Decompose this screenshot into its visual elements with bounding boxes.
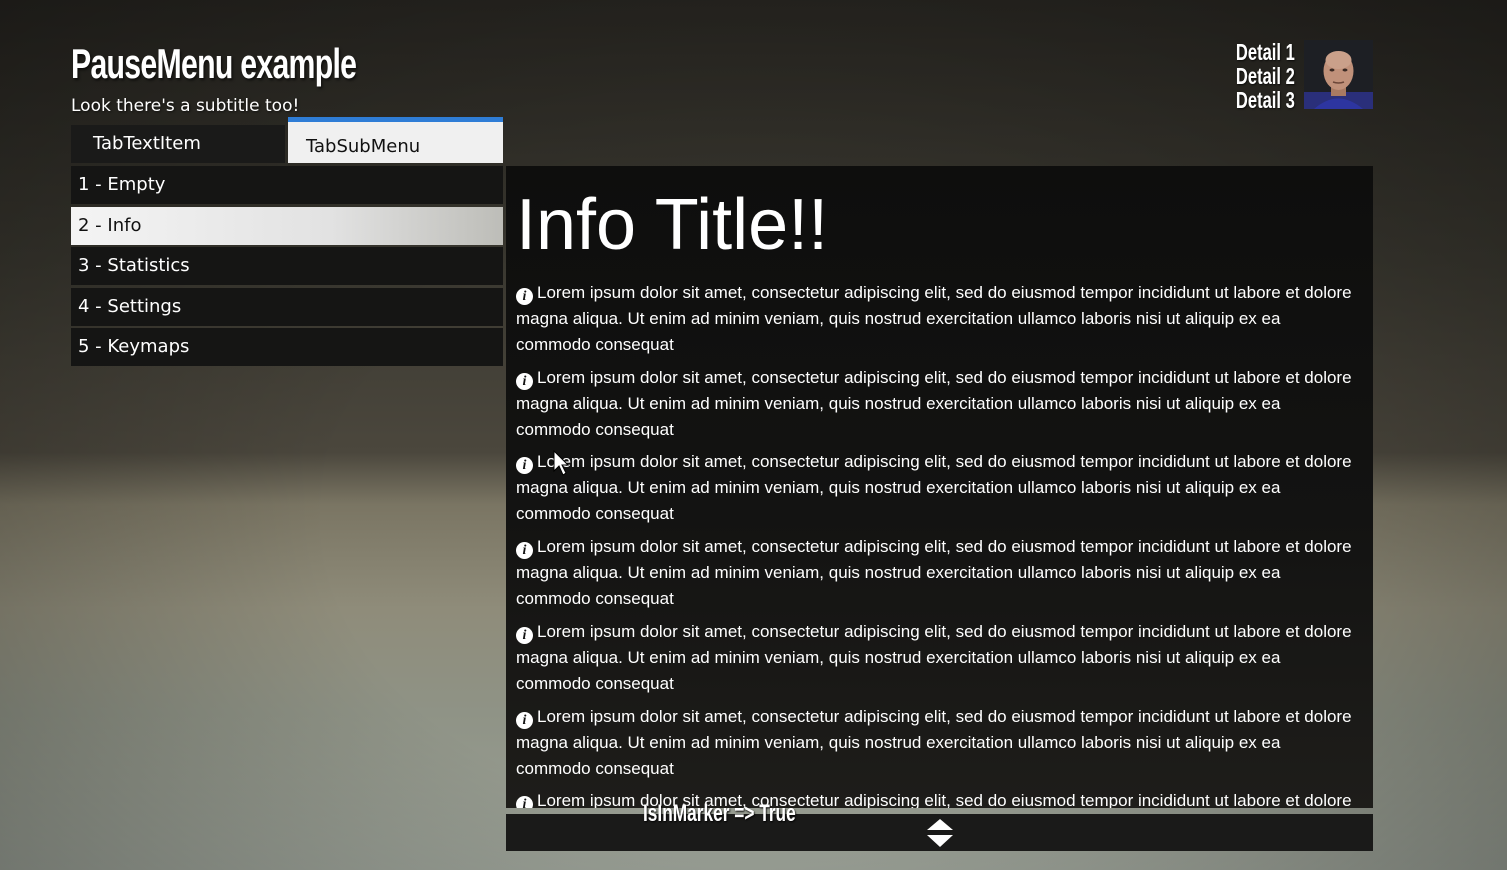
- detail-2: Detail 2: [1236, 63, 1295, 89]
- menu-item-keymaps[interactable]: 5 - Keymaps: [71, 328, 503, 366]
- submenu-list: 1 - Empty 2 - Info 3 - Statistics 4 - Se…: [71, 166, 503, 369]
- page-subtitle: Look there's a subtitle too!: [71, 96, 300, 116]
- mouse-cursor-icon: [553, 449, 570, 480]
- tab-sub-menu[interactable]: TabSubMenu: [288, 117, 503, 163]
- page-title: PauseMenu example: [71, 40, 357, 87]
- menu-item-statistics[interactable]: 3 - Statistics: [71, 247, 503, 285]
- info-icon: i: [516, 796, 533, 808]
- detail-3: Detail 3: [1236, 87, 1295, 113]
- info-panel[interactable]: Info Title!! i Lorem ipsum dolor sit amet…: [506, 166, 1373, 808]
- info-paragraph: i Lorem ipsum dolor sit amet, consectetur…: [516, 452, 1352, 523]
- tab-text-item[interactable]: TabTextItem: [71, 125, 285, 163]
- info-paragraph: i Lorem ipsum dolor sit amet, consectetur…: [516, 788, 1356, 808]
- info-title: Info Title!!: [516, 185, 829, 265]
- detail-1: Detail 1: [1236, 39, 1295, 65]
- menu-item-empty[interactable]: 1 - Empty: [71, 166, 503, 204]
- menu-item-settings[interactable]: 4 - Settings: [71, 287, 503, 326]
- marker-status: IsInMarker => True: [643, 800, 796, 827]
- player-avatar: [1304, 40, 1373, 109]
- info-paragraph: i Lorem ipsum dolor sit amet, consectetur…: [516, 622, 1352, 693]
- player-details: Detail 1 Detail 2 Detail 3: [1213, 40, 1295, 112]
- info-paragraph: i Lorem ipsum dolor sit amet, consectetur…: [516, 283, 1352, 354]
- info-icon: i: [516, 712, 533, 729]
- up-down-arrows-icon[interactable]: [926, 818, 954, 852]
- info-icon: i: [516, 627, 533, 644]
- menu-item-info[interactable]: 2 - Info: [71, 206, 503, 245]
- info-paragraph: i Lorem ipsum dolor sit amet, consectetur…: [516, 537, 1352, 608]
- info-paragraph: i Lorem ipsum dolor sit amet, consectetur…: [516, 368, 1352, 439]
- info-icon: i: [516, 542, 533, 559]
- info-icon: i: [516, 457, 533, 474]
- info-icon: i: [516, 373, 533, 390]
- info-paragraph: i Lorem ipsum dolor sit amet, consectetur…: [516, 707, 1352, 778]
- info-icon: i: [516, 288, 533, 305]
